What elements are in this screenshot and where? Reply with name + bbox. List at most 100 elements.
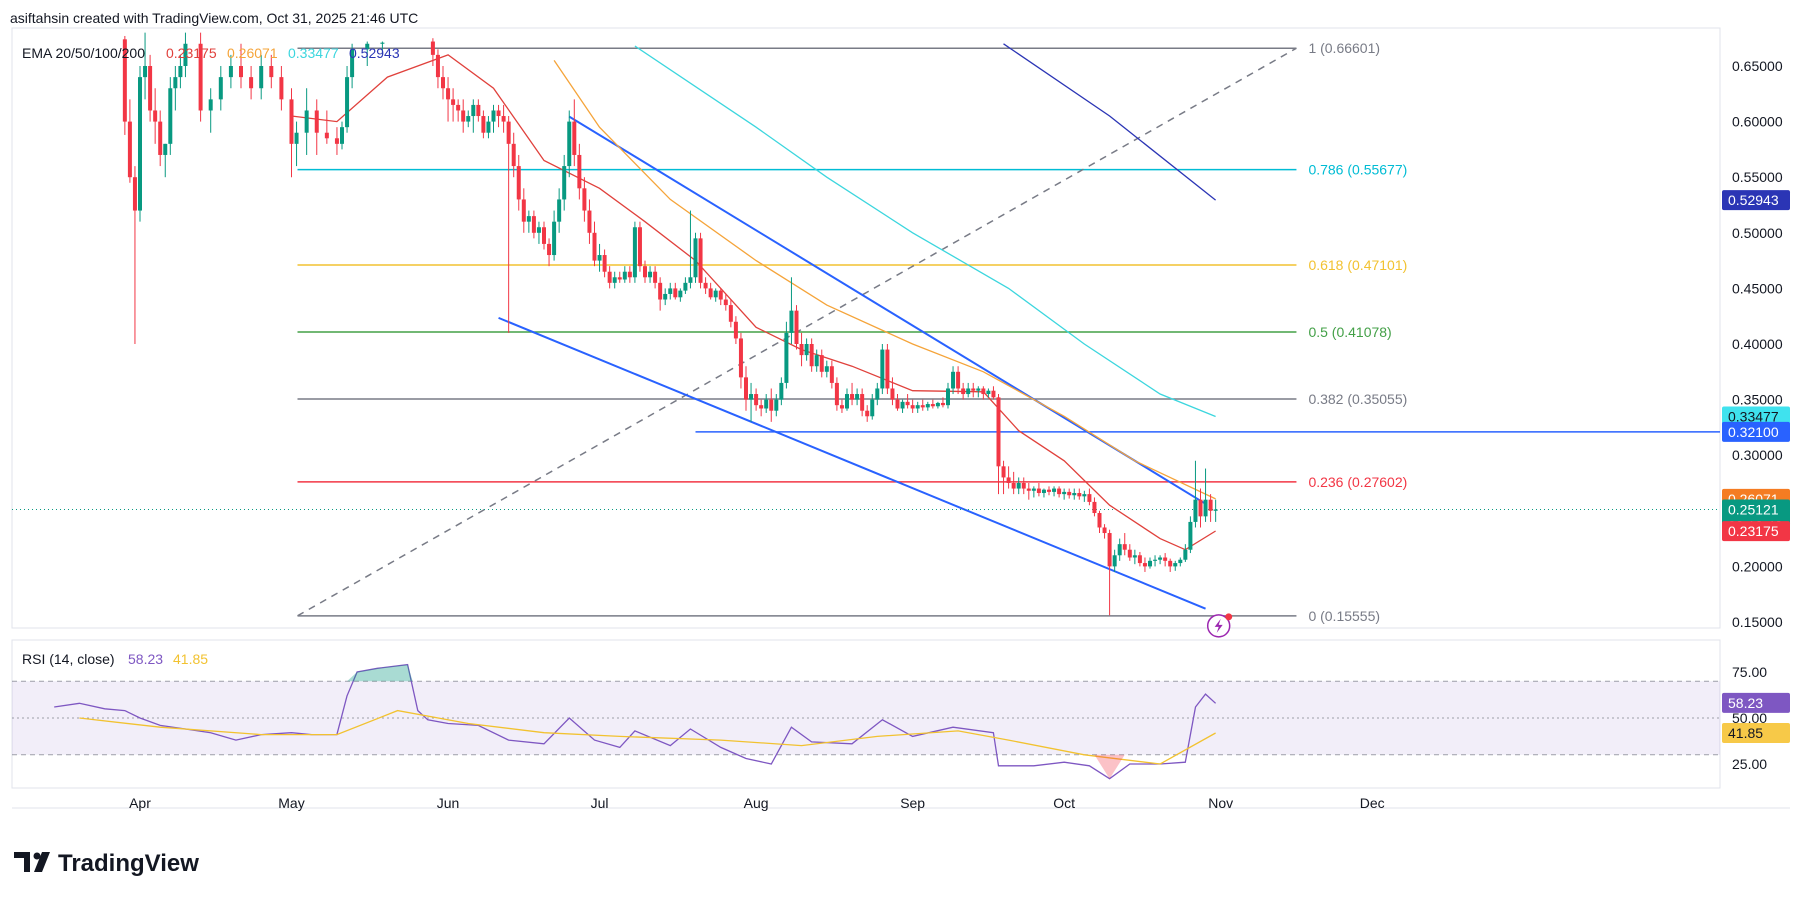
candle-body [951, 371, 956, 389]
candle-body [744, 377, 748, 400]
created-by-text: asiftahsin created with TradingView.com,… [10, 10, 418, 26]
candle-body [562, 166, 567, 200]
candle-body [925, 404, 930, 408]
candle-body [1132, 555, 1137, 558]
candle-body [304, 110, 309, 133]
price-tick-label: 0.20000 [1732, 558, 1783, 574]
candle-body [612, 277, 617, 283]
candle-body [1006, 477, 1011, 483]
candle-body [430, 41, 435, 55]
candle-body [996, 397, 1001, 467]
price-badge: 0.23175 [1722, 521, 1790, 542]
candle-body [208, 99, 213, 111]
candle-body [648, 271, 653, 278]
price-tick-label: 0.50000 [1732, 225, 1783, 241]
candle-body [1072, 493, 1077, 496]
candle-body [516, 166, 521, 200]
candle-body [834, 382, 839, 406]
candle-body [673, 288, 678, 298]
candle-body [1153, 559, 1158, 561]
candle-body [658, 282, 663, 300]
candle-body [814, 355, 819, 367]
candle-body [340, 127, 344, 144]
candle-body [1016, 483, 1021, 489]
time-tick-label: Oct [1053, 795, 1075, 811]
candle-body [451, 99, 456, 105]
candle-body [637, 227, 642, 267]
candle-body [890, 388, 895, 400]
price-tick-label: 0.35000 [1732, 392, 1783, 408]
candle-body [850, 394, 855, 400]
rsi-legend-value: 58.23 [128, 651, 163, 667]
candle-body [1036, 488, 1041, 494]
candle-body [552, 221, 557, 256]
ema-legend-title: EMA 20/50/100/200 [22, 45, 145, 61]
ema-legend-value: 0.33477 [288, 45, 339, 61]
candle-body [1011, 483, 1016, 489]
trading-chart[interactable]: 1 (0.66601) 0.786 (0.55677) 0.618 (0.47101… [0, 0, 1814, 900]
candle-body [920, 405, 925, 408]
candle-body [961, 388, 966, 395]
candle-body [708, 288, 713, 298]
candle-body [536, 227, 541, 233]
candle-body [794, 310, 799, 344]
candle-body [885, 349, 890, 389]
candle-body [991, 390, 996, 398]
price-badge-label: 0.23175 [1728, 523, 1779, 539]
candle-body [602, 255, 607, 272]
candle-body [1203, 499, 1208, 517]
candle-body [1092, 501, 1097, 514]
candle-body [774, 399, 779, 411]
candle-body [380, 42, 385, 44]
candle-body [259, 66, 264, 89]
time-tick-label: Aug [744, 795, 769, 811]
fib-level-label: 0.618 (0.47101) [1308, 257, 1407, 273]
candle-body [723, 299, 728, 306]
ema-legend-value: 0.52943 [349, 45, 400, 61]
candle-body [824, 366, 829, 372]
candle-body [804, 344, 809, 356]
price-badge-label: 0.52943 [1728, 192, 1779, 208]
candle-body [1213, 509, 1218, 511]
candle-body [749, 394, 754, 400]
candle-body [764, 399, 769, 409]
candle-body [1117, 544, 1122, 556]
fib-level-label: 0.786 (0.55677) [1308, 162, 1407, 178]
rsi-badge: 58.23 [1722, 692, 1790, 713]
candle-body [966, 388, 971, 395]
candle-body [915, 405, 920, 409]
price-tick-label: 0.30000 [1732, 447, 1783, 463]
candle-body [905, 401, 910, 406]
candle-body [542, 227, 546, 244]
candle-body [557, 199, 562, 222]
fib-level-label: 0.382 (0.35055) [1308, 391, 1407, 407]
candle-body [900, 401, 905, 409]
candle-body [617, 277, 622, 280]
fib-level-label: 0.236 (0.27602) [1308, 474, 1407, 490]
candle-body [759, 405, 764, 409]
candle-body [703, 282, 708, 289]
candle-body [845, 394, 849, 409]
candle-body [769, 399, 774, 411]
candle-body [567, 121, 572, 167]
candle-body [501, 116, 506, 122]
candle-body [127, 121, 132, 178]
candle-body [663, 293, 668, 300]
fib-level-label: 0 (0.15555) [1308, 608, 1380, 624]
candle-body [526, 216, 531, 222]
candle-body [587, 210, 592, 233]
rsi-badge: 41.85 [1722, 722, 1790, 743]
candle-body [1208, 499, 1213, 511]
candle-body [865, 410, 870, 417]
candle-body [1193, 499, 1198, 522]
candle-body [435, 54, 440, 78]
candle-body [1188, 521, 1193, 550]
candle-body [173, 77, 178, 89]
candle-body [471, 104, 476, 117]
price-badge: 0.52943 [1722, 190, 1790, 211]
candle-body [839, 405, 844, 409]
candle-body [971, 388, 976, 391]
candle-body [466, 116, 471, 122]
candle-body [1107, 533, 1112, 567]
candle-body [511, 143, 516, 167]
